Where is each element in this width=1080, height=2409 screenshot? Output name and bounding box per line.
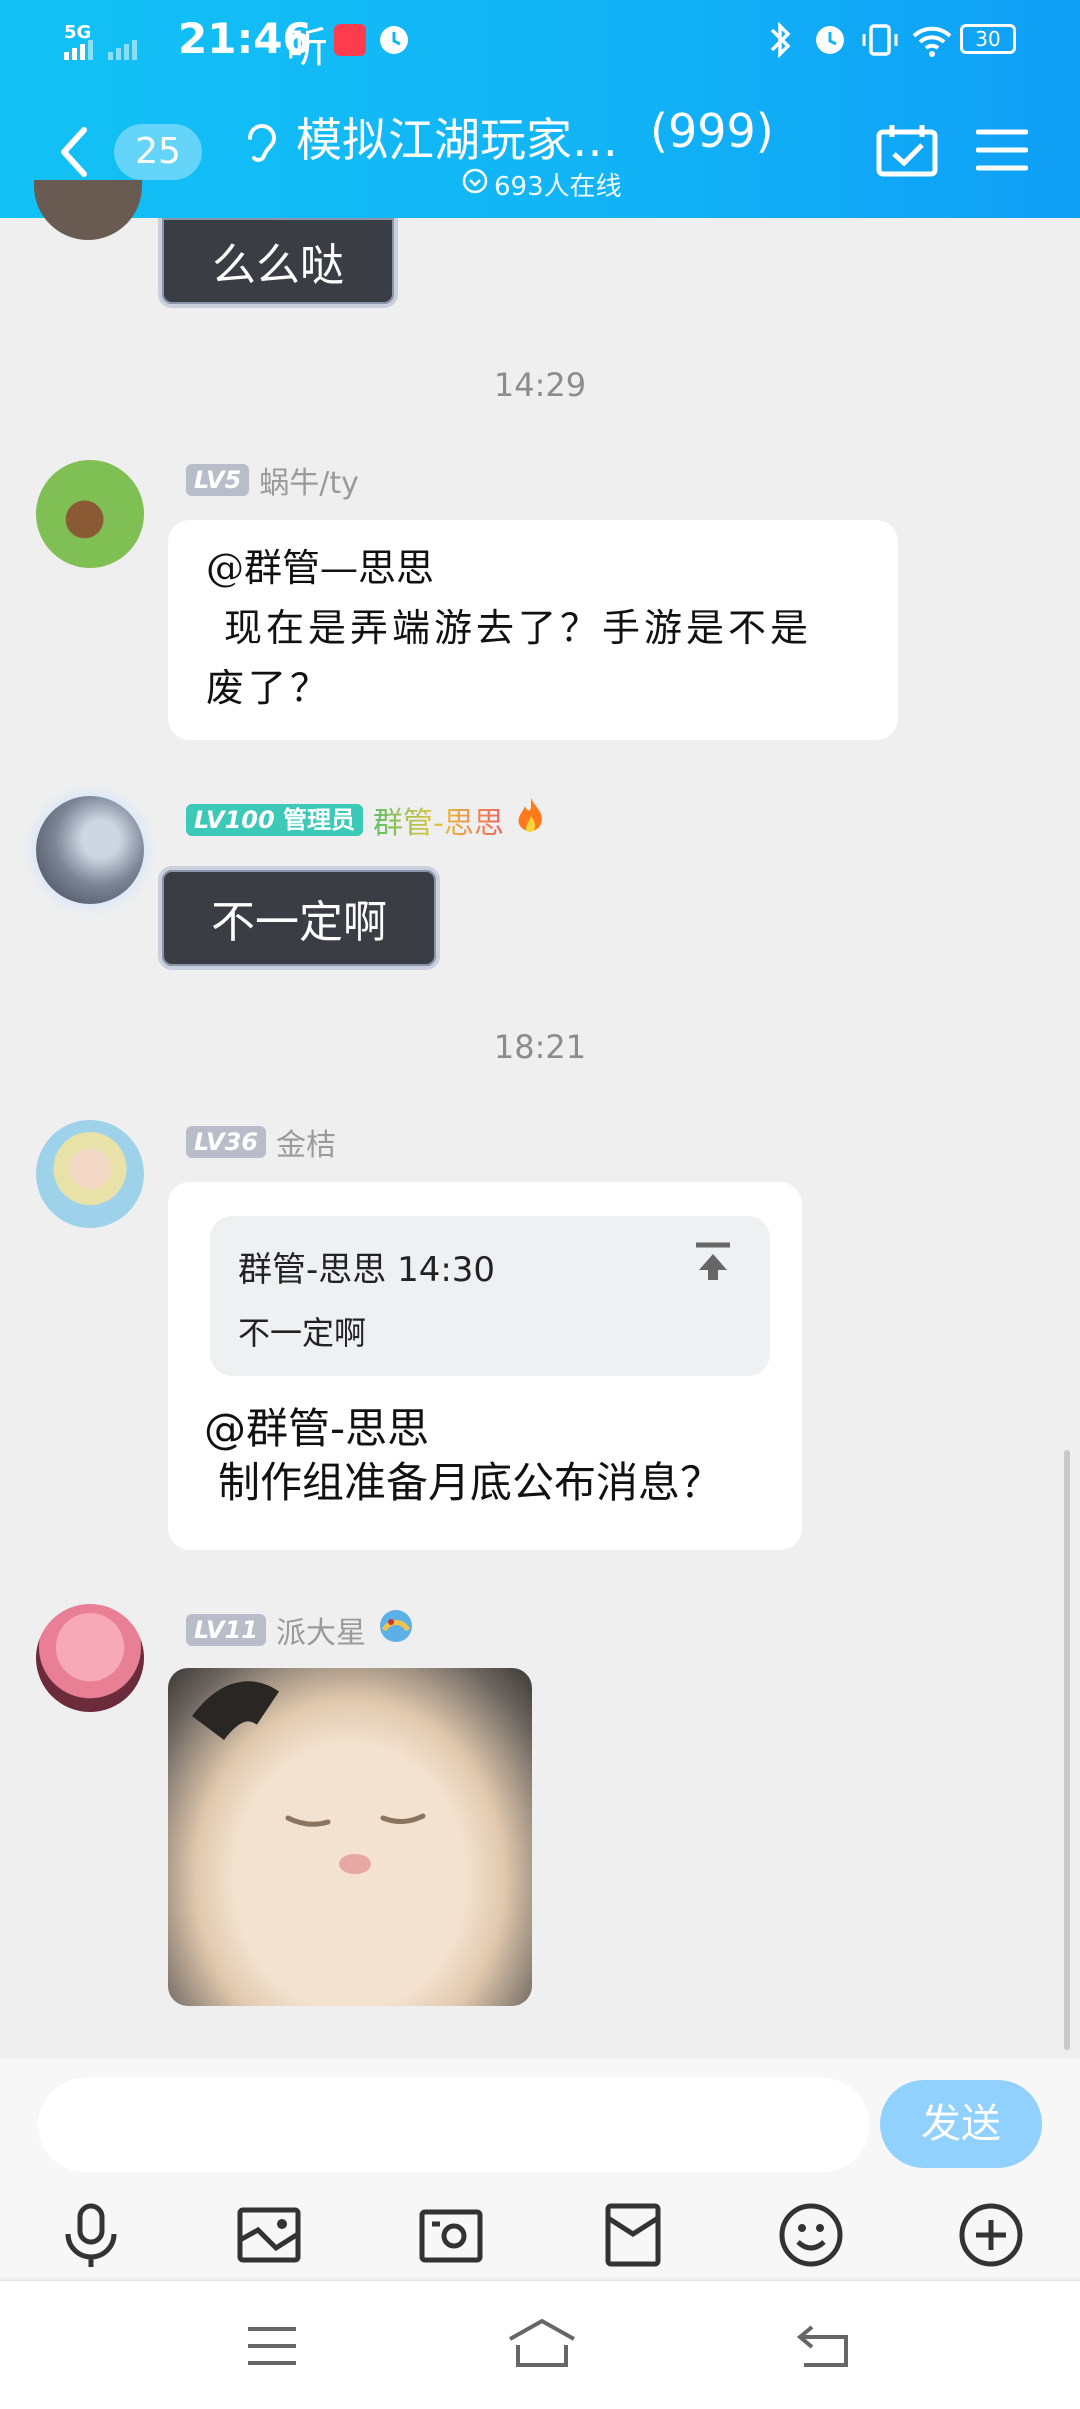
- sender-line: LV5 蜗牛/ty: [186, 458, 359, 502]
- online-count: 693人在线: [494, 172, 622, 202]
- back-icon[interactable]: [56, 124, 92, 184]
- app-notification-icon: [334, 24, 366, 56]
- quote-header: 群管-思思 14:30: [238, 1250, 496, 1290]
- message-input[interactable]: [38, 2078, 870, 2172]
- avatar[interactable]: [36, 460, 144, 568]
- cat-image[interactable]: [168, 1668, 532, 2006]
- role-label: 管理员: [283, 806, 356, 834]
- sender-line: LV100 管理员 群管-思思: [186, 796, 548, 844]
- image-icon[interactable]: [234, 2200, 304, 2270]
- scrollbar[interactable]: [1064, 1450, 1070, 2050]
- sticker-bubble[interactable]: 不一定啊: [158, 866, 440, 970]
- level-badge: LV100 管理员: [186, 804, 364, 836]
- wifi-icon: [910, 20, 954, 64]
- plus-icon[interactable]: [956, 2200, 1026, 2270]
- message-bubble[interactable]: 群管-思思 14:30 不一定啊 @群管-思思 制作组准备月底公布消息？: [168, 1182, 802, 1550]
- timestamp: 14:29: [493, 366, 587, 404]
- online-icon: [462, 168, 488, 198]
- message-text: 么么哒: [212, 240, 344, 291]
- back-nav-icon[interactable]: [796, 2321, 852, 2375]
- redpacket-icon[interactable]: [598, 2200, 668, 2270]
- quoted-reply[interactable]: 群管-思思 14:30 不一定啊: [210, 1216, 770, 1376]
- quote-text: 不一定啊: [238, 1314, 367, 1352]
- message-line: 制作组准备月底公布消息？: [218, 1458, 723, 1507]
- sender-name[interactable]: 蜗牛/ty: [259, 458, 359, 502]
- message-bubble[interactable]: @群管—思思 现在是弄端游去了？手游是不是 废了？: [168, 520, 898, 740]
- emoji-icon[interactable]: [776, 2200, 846, 2270]
- fire-icon: [514, 796, 548, 844]
- sender-name[interactable]: 派大星: [276, 1608, 366, 1652]
- message-text: 不一定啊: [211, 897, 387, 948]
- group-title[interactable]: 模拟江湖玩家…: [296, 104, 618, 170]
- dragon-icon: [376, 1606, 416, 1654]
- jump-to-top-icon[interactable]: [694, 1242, 732, 1286]
- avatar[interactable]: [36, 1604, 144, 1712]
- ear-icon[interactable]: [240, 114, 280, 174]
- bluetooth-icon: [766, 20, 796, 64]
- sender-name[interactable]: 群管-思思: [373, 798, 504, 842]
- send-button[interactable]: 发送: [880, 2080, 1042, 2168]
- level-badge: LV36: [186, 1126, 266, 1158]
- battery-icon: 30: [960, 24, 1016, 54]
- avatar[interactable]: [34, 180, 142, 240]
- timestamp: 18:21: [493, 1028, 587, 1066]
- sender-line: LV36 金桔: [186, 1120, 336, 1164]
- sender-line: LV11 派大星: [186, 1606, 416, 1654]
- sticker-bubble[interactable]: 么么哒: [158, 218, 398, 308]
- system-nav-bar: [0, 2280, 1080, 2409]
- microphone-icon[interactable]: [56, 2200, 126, 2270]
- member-count: (999): [650, 104, 774, 158]
- level-badge: LV5: [186, 464, 250, 496]
- recent-apps-icon[interactable]: [244, 2321, 300, 2375]
- signal-icon: [64, 38, 154, 64]
- alarm-icon: [376, 22, 412, 62]
- vibrate-icon: [860, 20, 900, 64]
- avatar[interactable]: [36, 1120, 144, 1228]
- level-badge: LV11: [186, 1614, 266, 1646]
- home-icon[interactable]: [504, 2315, 580, 2375]
- level-text: LV100: [194, 806, 275, 834]
- app-indicator: 听: [286, 23, 329, 72]
- input-area: 发送: [0, 2058, 1080, 2278]
- menu-icon[interactable]: [975, 126, 1029, 178]
- alarm-icon: [812, 22, 848, 62]
- message-line: @群管-思思: [204, 1404, 430, 1453]
- sender-name[interactable]: 金桔: [276, 1120, 336, 1164]
- avatar[interactable]: [36, 796, 144, 904]
- message-line: 废了？: [206, 666, 333, 710]
- unread-count-badge[interactable]: 25: [114, 124, 202, 180]
- calendar-check-icon[interactable]: [876, 122, 938, 182]
- message-line: @群管—思思: [206, 546, 435, 590]
- message-line: 现在是弄端游去了？手游是不是: [224, 606, 813, 650]
- chat-header: 5G 21:46 听 30 25 模拟江湖玩家… (999) 693人在线: [0, 0, 1080, 218]
- camera-icon[interactable]: [416, 2200, 486, 2270]
